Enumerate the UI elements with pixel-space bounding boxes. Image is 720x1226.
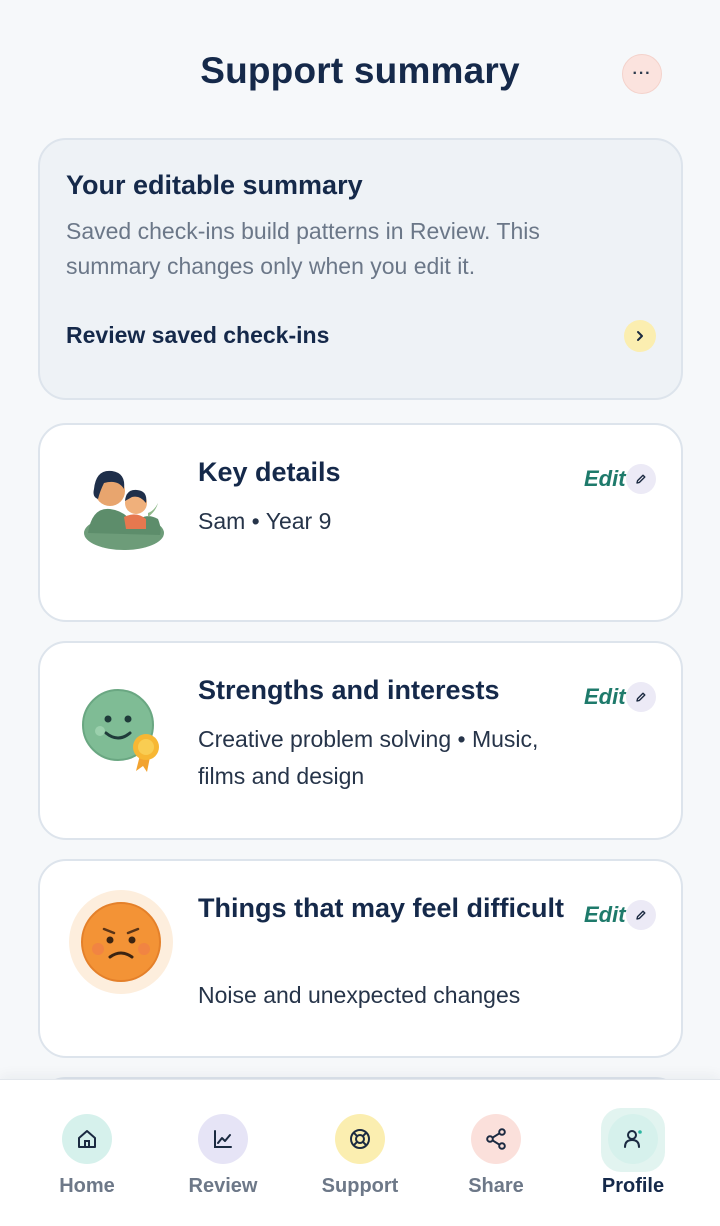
card-title: Strengths and interests	[198, 675, 500, 705]
nav-item-review[interactable]: Review	[151, 1080, 295, 1226]
difficulties-card: Things that may feel difficult Noise and…	[38, 859, 683, 1058]
edit-label: Edit	[584, 466, 626, 491]
nav-item-share[interactable]: Share	[424, 1080, 568, 1226]
pencil-icon	[626, 900, 656, 930]
nav-item-support[interactable]: Support	[288, 1080, 432, 1226]
header: Support summary ···	[0, 0, 720, 140]
nav-label: Share	[468, 1175, 524, 1197]
review-link-label: Review saved check-ins	[66, 322, 330, 348]
edit-label: Edit	[584, 684, 626, 709]
worried-face-illustration	[68, 889, 174, 995]
card-body: Creative problem solving • Music, films …	[198, 726, 539, 789]
smiling-face-with-award-illustration	[74, 673, 174, 773]
page-title: Support summary	[200, 50, 520, 91]
nav-label: Home	[59, 1175, 115, 1197]
nav-label: Review	[188, 1175, 258, 1197]
nav-item-profile[interactable]: Profile	[561, 1080, 705, 1226]
person-icon	[608, 1114, 658, 1164]
card-body: Sam • Year 9	[198, 508, 332, 534]
nav-label: Profile	[601, 1175, 665, 1197]
review-saved-checkins-link[interactable]: Review saved check-ins	[40, 310, 681, 360]
strengths-card: Strengths and interests Creative problem…	[38, 641, 683, 840]
card-body: Noise and unexpected changes	[198, 982, 521, 1008]
edit-difficulties-button[interactable]: Edit	[582, 897, 662, 933]
card-title: Things that may feel difficult	[198, 893, 565, 923]
share-icon	[471, 1114, 521, 1164]
pencil-icon	[626, 464, 656, 494]
chevron-right-icon[interactable]	[624, 320, 656, 352]
nav-item-home[interactable]: Home	[15, 1080, 159, 1226]
edit-label: Edit	[584, 902, 626, 927]
more-options-button[interactable]: ···	[622, 54, 662, 94]
pencil-icon	[626, 682, 656, 712]
lifebuoy-icon	[335, 1114, 385, 1164]
edit-strengths-button[interactable]: Edit	[582, 679, 662, 715]
home-icon	[62, 1114, 112, 1164]
support-summary-screen: Support summary ··· Your editable summar…	[0, 0, 720, 1226]
ellipsis-icon: ···	[632, 65, 652, 82]
key-details-card: Key details Sam • Year 9 Edit	[38, 423, 683, 622]
bottom-navigation: Home Review Support Share Profile	[0, 1079, 720, 1226]
nav-label: Support	[321, 1175, 399, 1197]
summary-description: Saved check-ins build patterns in Review…	[66, 218, 540, 279]
card-title: Key details	[198, 457, 341, 487]
editable-summary-card: Your editable summary Saved check-ins bu…	[38, 138, 683, 400]
summary-title: Your editable summary	[66, 170, 363, 200]
parent-and-child-illustration	[74, 455, 174, 555]
edit-key-details-button[interactable]: Edit	[582, 461, 662, 497]
chart-icon	[198, 1114, 248, 1164]
